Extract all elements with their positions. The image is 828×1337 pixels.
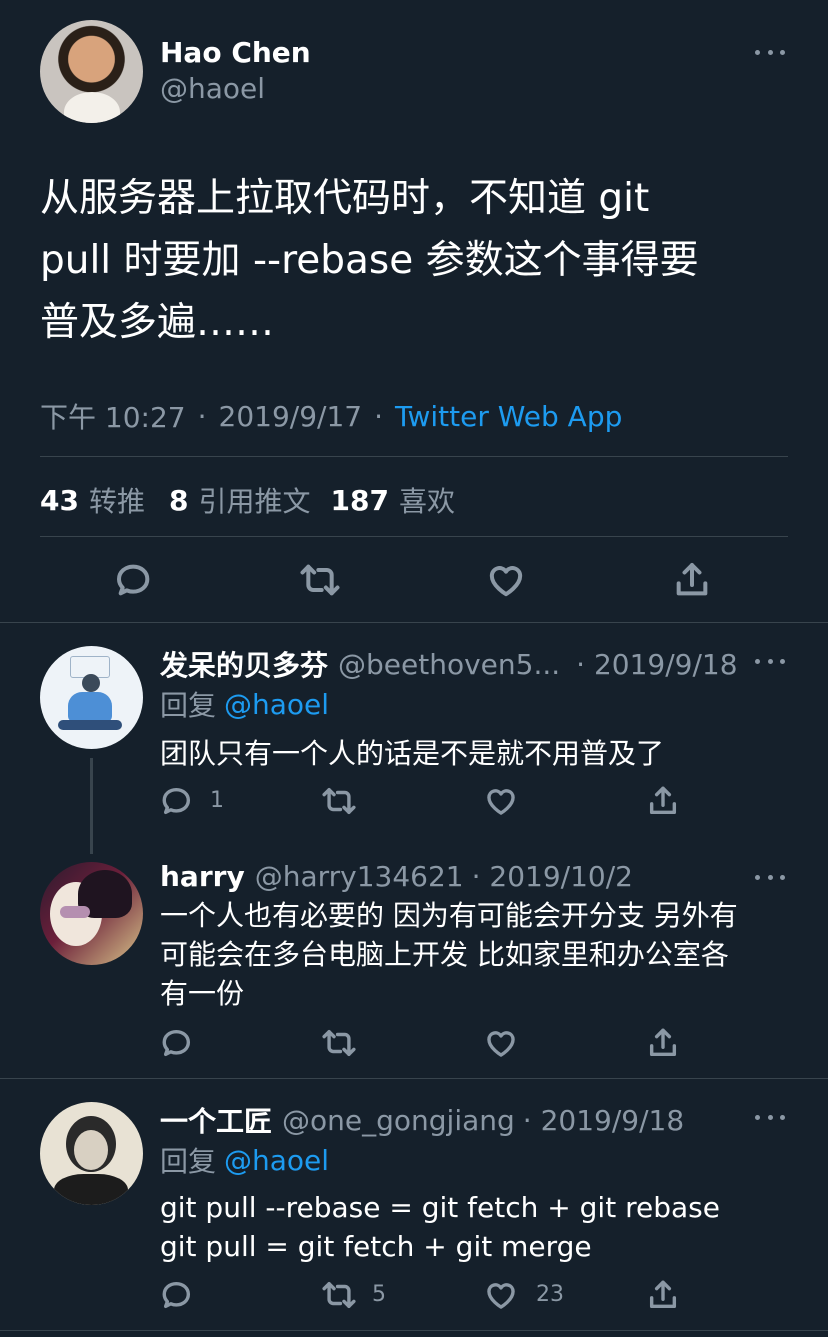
retweet-icon[interactable] — [320, 784, 358, 818]
reply-text: 一个人也有必要的 因为有可能会开分支 另外有 可能会在多台电脑上开发 比如家里和… — [160, 896, 738, 1013]
thread-line — [90, 758, 93, 854]
tweet-source[interactable]: Twitter Web App — [395, 400, 622, 433]
share-icon[interactable] — [646, 784, 680, 818]
reply-text-line: 一个人也有必要的 因为有可能会开分支 另外有 — [160, 899, 738, 932]
tweet-text-line: pull 时要加 --rebase 参数这个事得要 — [40, 238, 699, 283]
reply-icon[interactable] — [160, 784, 194, 818]
quote-count[interactable]: 8 — [169, 484, 188, 517]
divider — [0, 1078, 828, 1079]
reply-author-name[interactable]: 发呆的贝多芬 — [160, 644, 328, 684]
reply-author-handle[interactable]: @one_gongjiang — [282, 1104, 515, 1137]
more-options-icon[interactable] — [755, 872, 785, 882]
reply-count: 1 — [210, 788, 224, 813]
reply-prefix: 回复 — [160, 689, 217, 722]
reply-icon[interactable] — [114, 560, 154, 600]
reply-icon[interactable] — [160, 1278, 194, 1312]
reply-text: git pull --rebase = git fetch + git reba… — [160, 1188, 720, 1266]
reply-text: 团队只有一个人的话是不是就不用普及了 — [160, 737, 665, 770]
reply-header: 发呆的贝多芬 @beethoven5... · 2019/9/18 — [160, 644, 738, 684]
divider — [0, 622, 828, 623]
reply-header: harry @harry134621 · 2019/10/2 — [160, 860, 633, 893]
tweet-meta: 下午 10:27 · 2019/9/17 · Twitter Web App — [40, 396, 622, 436]
retweet-count: 5 — [372, 1282, 386, 1307]
like-icon[interactable] — [484, 1026, 518, 1060]
reply-text-line: 可能会在多台电脑上开发 比如家里和办公室各 — [160, 938, 729, 971]
reply-text-line: git pull = git fetch + git merge — [160, 1230, 592, 1263]
like-count: 23 — [536, 1282, 564, 1307]
reply-author-handle[interactable]: @harry134621 — [255, 860, 464, 893]
reply-author-handle[interactable]: @beethoven5... — [338, 648, 560, 681]
tweet-text-line: 普及多遍…… — [40, 300, 275, 345]
reply-date[interactable]: · 2019/9/18 — [576, 648, 737, 681]
retweet-icon[interactable] — [298, 560, 342, 600]
like-icon[interactable] — [484, 1278, 518, 1312]
meta-separator: · — [374, 399, 383, 433]
reply-to-line: 回复 @haoel — [160, 684, 329, 724]
reply-mention[interactable]: @haoel — [224, 688, 329, 721]
divider — [0, 1330, 828, 1331]
tweet-text-line: 从服务器上拉取代码时，不知道 git — [40, 176, 650, 221]
tweet-stats: 43 转推 8 引用推文 187 喜欢 — [40, 480, 455, 520]
reply-author-name[interactable]: harry — [160, 860, 245, 893]
retweet-icon[interactable] — [320, 1278, 358, 1312]
like-icon[interactable] — [484, 784, 518, 818]
more-options-icon[interactable] — [755, 1112, 785, 1122]
retweet-label[interactable]: 转推 — [89, 480, 145, 520]
author-avatar[interactable] — [40, 20, 143, 123]
reply-avatar[interactable] — [40, 862, 143, 965]
reply-text-line: 有一份 — [160, 977, 245, 1010]
divider — [40, 456, 788, 457]
share-icon[interactable] — [646, 1026, 680, 1060]
author-name[interactable]: Hao Chen — [160, 36, 311, 69]
reply-date[interactable]: · 2019/10/2 — [472, 860, 633, 893]
reply-date[interactable]: · 2019/9/18 — [523, 1104, 684, 1137]
tweet-date[interactable]: 2019/9/17 — [219, 400, 363, 433]
share-icon[interactable] — [672, 560, 712, 600]
reply-prefix: 回复 — [160, 1145, 217, 1178]
like-label[interactable]: 喜欢 — [399, 480, 455, 520]
like-count[interactable]: 187 — [330, 484, 388, 517]
reply-mention[interactable]: @haoel — [224, 1144, 329, 1177]
meta-separator: · — [197, 399, 207, 433]
more-options-icon[interactable] — [755, 47, 785, 57]
divider — [40, 536, 788, 537]
reply-avatar[interactable] — [40, 646, 143, 749]
reply-avatar[interactable] — [40, 1102, 143, 1205]
retweet-count[interactable]: 43 — [40, 484, 79, 517]
quote-label[interactable]: 引用推文 — [198, 480, 310, 520]
author-handle[interactable]: @haoel — [160, 72, 265, 105]
like-icon[interactable] — [486, 560, 526, 600]
retweet-icon[interactable] — [320, 1026, 358, 1060]
reply-icon[interactable] — [160, 1026, 194, 1060]
tweet-text: 从服务器上拉取代码时，不知道 git pull 时要加 --rebase 参数这… — [40, 168, 699, 354]
share-icon[interactable] — [646, 1278, 680, 1312]
reply-to-line: 回复 @haoel — [160, 1140, 329, 1180]
reply-text-line: git pull --rebase = git fetch + git reba… — [160, 1191, 720, 1224]
reply-header: 一个工匠 @one_gongjiang · 2019/9/18 — [160, 1100, 684, 1140]
more-options-icon[interactable] — [755, 656, 785, 666]
tweet-time: 下午 10:27 — [40, 401, 186, 434]
reply-author-name[interactable]: 一个工匠 — [160, 1100, 272, 1140]
